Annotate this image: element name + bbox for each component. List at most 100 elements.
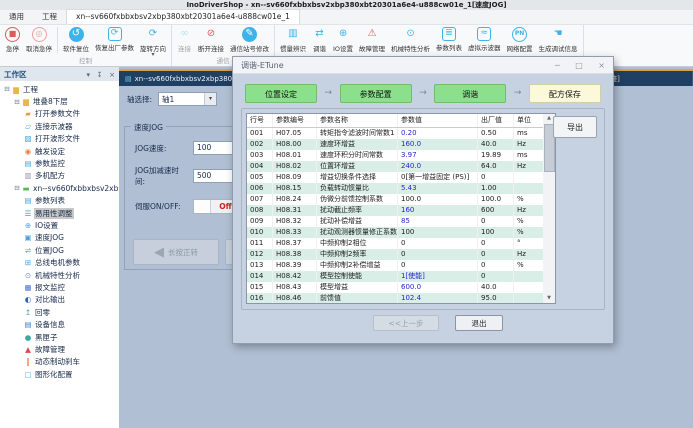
- collapse-icon[interactable]: ⊟: [13, 98, 21, 106]
- tree-item-black-box[interactable]: ●黑匣子: [0, 331, 119, 343]
- table-cell: 0: [398, 249, 478, 260]
- column-header[interactable]: 参数值: [398, 114, 478, 127]
- close-icon[interactable]: ×: [598, 61, 605, 70]
- table-row[interactable]: 016H08.46前馈值102.495.0: [247, 293, 544, 304]
- connect-icon: ∞: [177, 27, 192, 42]
- column-header[interactable]: 出厂值: [478, 114, 514, 127]
- tree-item-device-info[interactable]: ▤设备信息: [0, 318, 119, 330]
- tree-item-fault-management[interactable]: ▲故障管理: [0, 343, 119, 355]
- table-row[interactable]: 010H08.33扰动观测器惯量修正系数100100%: [247, 227, 544, 238]
- table-row[interactable]: 005H08.09增益切换条件选择0[第一增益固定 (PS)]0: [247, 172, 544, 183]
- tree-item-label: 参数列表: [34, 195, 66, 206]
- collapse-icon[interactable]: ⊟: [3, 85, 11, 93]
- scroll-down-icon[interactable]: ▼: [543, 294, 555, 303]
- step-button-4[interactable]: 配方保存: [529, 84, 601, 103]
- collapse-icon[interactable]: ⊟: [13, 184, 21, 192]
- tree-node-project[interactable]: ⊟▆工程: [0, 83, 119, 95]
- station-number-modify-button[interactable]: ✎通信站号修改: [227, 26, 272, 53]
- tree-item-open-parameter-file[interactable]: ▰打开参数文件: [0, 108, 119, 120]
- tree-item-parameter-list[interactable]: ▤参数列表: [0, 195, 119, 207]
- tree-node-device[interactable]: ⊟▬xn--sv660fxbbxbsv2xbp380: [0, 182, 119, 194]
- pin-icon[interactable]: ↧: [97, 71, 103, 79]
- table-row[interactable]: 003H08.01速度环积分时间常数3.9719.89ms: [247, 150, 544, 161]
- groupbox-title: 速度JOG: [131, 122, 166, 133]
- table-cell: 0: [478, 172, 514, 183]
- table-row[interactable]: 015H08.43模型增益600.040.0: [247, 282, 544, 293]
- step-button-2[interactable]: 参数配置: [340, 84, 412, 103]
- chevron-down-icon[interactable]: ▾: [86, 71, 90, 79]
- table-scrollbar[interactable]: ▲ ▼: [543, 113, 556, 304]
- table-row[interactable]: 001H07.05转矩指令滤波时间常数10.200.50ms: [247, 128, 544, 139]
- column-header[interactable]: 单位: [514, 114, 537, 127]
- exit-button[interactable]: 退出: [455, 315, 503, 331]
- tree-item-mechanical-analysis[interactable]: ⊙机械特性分析: [0, 269, 119, 281]
- emergency-stop-button[interactable]: ■急停: [2, 26, 23, 53]
- tree-item-io-settings[interactable]: ⊕IO设置: [0, 219, 119, 231]
- table-row[interactable]: 004H08.02位置环增益240.064.0Hz: [247, 161, 544, 172]
- button-label: 调谐: [313, 43, 326, 53]
- table-cell: H08.33: [273, 227, 317, 238]
- connect-button[interactable]: ∞连接: [174, 26, 195, 53]
- table-row[interactable]: 009H08.32扰动补偿增益850%: [247, 216, 544, 227]
- table-cell: 95.0: [478, 293, 514, 304]
- io-settings-button[interactable]: ⊕IO设置: [330, 26, 356, 53]
- parameter-list-button[interactable]: ≣参数列表: [433, 26, 465, 52]
- table-cell: 015: [247, 282, 273, 293]
- jog-forward-button[interactable]: ◀ 长按正转: [133, 239, 219, 265]
- restore-factory-params-button[interactable]: ⟳恢复出厂参数: [92, 26, 137, 52]
- tree-item-label: 回零: [34, 307, 51, 318]
- tree-item-speed-jog[interactable]: ▣速度JOG: [0, 232, 119, 244]
- inertia-identification-button[interactable]: ▥惯量辨识: [277, 26, 309, 53]
- cancel-emergency-stop-button[interactable]: ◎取消急停: [23, 26, 55, 53]
- tuning-button[interactable]: ⇄调谐: [309, 26, 330, 53]
- axis-select[interactable]: 轴1 ▾: [158, 92, 217, 106]
- generate-debug-info-button[interactable]: ☚生成调试信息: [536, 26, 581, 53]
- table-body: 001H07.05转矩指令滤波时间常数10.200.50ms002H08.00速…: [247, 128, 544, 304]
- step-button-3[interactable]: 调谐: [434, 84, 506, 103]
- previous-step-button[interactable]: <<上一步: [373, 315, 439, 331]
- tree-item-open-waveform-file[interactable]: ▨打开波形文件: [0, 133, 119, 145]
- tree-item-dynamic-braking[interactable]: ‖动态制动刹车: [0, 356, 119, 368]
- fault-management-button[interactable]: ⚠故障管理: [356, 26, 388, 53]
- ribbon-tab-general[interactable]: 通用: [0, 10, 33, 24]
- column-header[interactable]: 参数名称: [317, 114, 398, 127]
- column-header[interactable]: 参数编号: [273, 114, 317, 127]
- minimize-icon[interactable]: ─: [555, 61, 560, 70]
- tree-node-stack-lower[interactable]: ⊟▆堆叠8下层: [0, 95, 119, 107]
- oscilloscope-icon: ≈: [477, 27, 491, 41]
- step-button-1[interactable]: 位置设定: [245, 84, 317, 103]
- table-row[interactable]: 011H08.37中频抑制2相位00°: [247, 238, 544, 249]
- tree-item-message-monitor[interactable]: ▦报文监控: [0, 281, 119, 293]
- mechanical-analysis-button[interactable]: ⊙机械特性分析: [388, 26, 433, 53]
- table-row[interactable]: 007H08.24伪微分前馈控制系数100.0100.0%: [247, 194, 544, 205]
- tree-item-usability-tuning[interactable]: ☰易用性调整: [0, 207, 119, 219]
- table-row[interactable]: 008H08.31扰动截止频率160600Hz: [247, 205, 544, 216]
- tree-item-position-jog[interactable]: ⇌位置JOG: [0, 244, 119, 256]
- ribbon-tab-file[interactable]: xn--sv660fxbbxbsv2xbp380xbt20301a6e4-u88…: [66, 9, 300, 24]
- maximize-icon[interactable]: □: [575, 61, 583, 70]
- tree-item-multi-machine-recipe[interactable]: ▥多机配方: [0, 170, 119, 182]
- tree-item-compare-output[interactable]: ◐对比输出: [0, 294, 119, 306]
- table-cell: %: [514, 194, 537, 205]
- emergency-stop-icon: ■: [5, 27, 20, 42]
- network-config-button[interactable]: PN网络配置: [504, 26, 536, 53]
- table-row[interactable]: 006H08.15负载转动惯量比5.431.00: [247, 183, 544, 194]
- tree-item-parameter-monitor[interactable]: ▤参数监控: [0, 157, 119, 169]
- tree-item-bus-motor-params[interactable]: ⊞总线电机参数: [0, 256, 119, 268]
- tree-item-trigger-setting[interactable]: ◉触发设定: [0, 145, 119, 157]
- tree-item-graphical-config[interactable]: ▢图形化配置: [0, 368, 119, 380]
- table-row[interactable]: 014H08.42模型控制使能1[使能]0: [247, 271, 544, 282]
- rotation-direction-button[interactable]: ⟳旋转方向▾: [137, 26, 169, 57]
- software-reset-button[interactable]: ↺软件复位: [60, 26, 92, 53]
- close-icon[interactable]: ×: [109, 71, 115, 79]
- oscilloscope-button[interactable]: ≈虚拟示波器: [465, 26, 504, 52]
- ribbon-tab-project[interactable]: 工程: [33, 10, 66, 24]
- table-row[interactable]: 002H08.00速度环增益160.040.0Hz: [247, 139, 544, 150]
- column-header[interactable]: 行号: [247, 114, 273, 127]
- tree-item-connect-oscilloscope[interactable]: ▱连接示波器: [0, 120, 119, 132]
- tree-item-homing[interactable]: ↥回零: [0, 306, 119, 318]
- disconnect-button[interactable]: ⊘断开连接: [195, 26, 227, 53]
- export-button[interactable]: 导出: [553, 116, 597, 138]
- table-row[interactable]: 012H08.38中频抑制2频率00Hz: [247, 249, 544, 260]
- table-row[interactable]: 013H08.39中频抑制2补偿增益00%: [247, 260, 544, 271]
